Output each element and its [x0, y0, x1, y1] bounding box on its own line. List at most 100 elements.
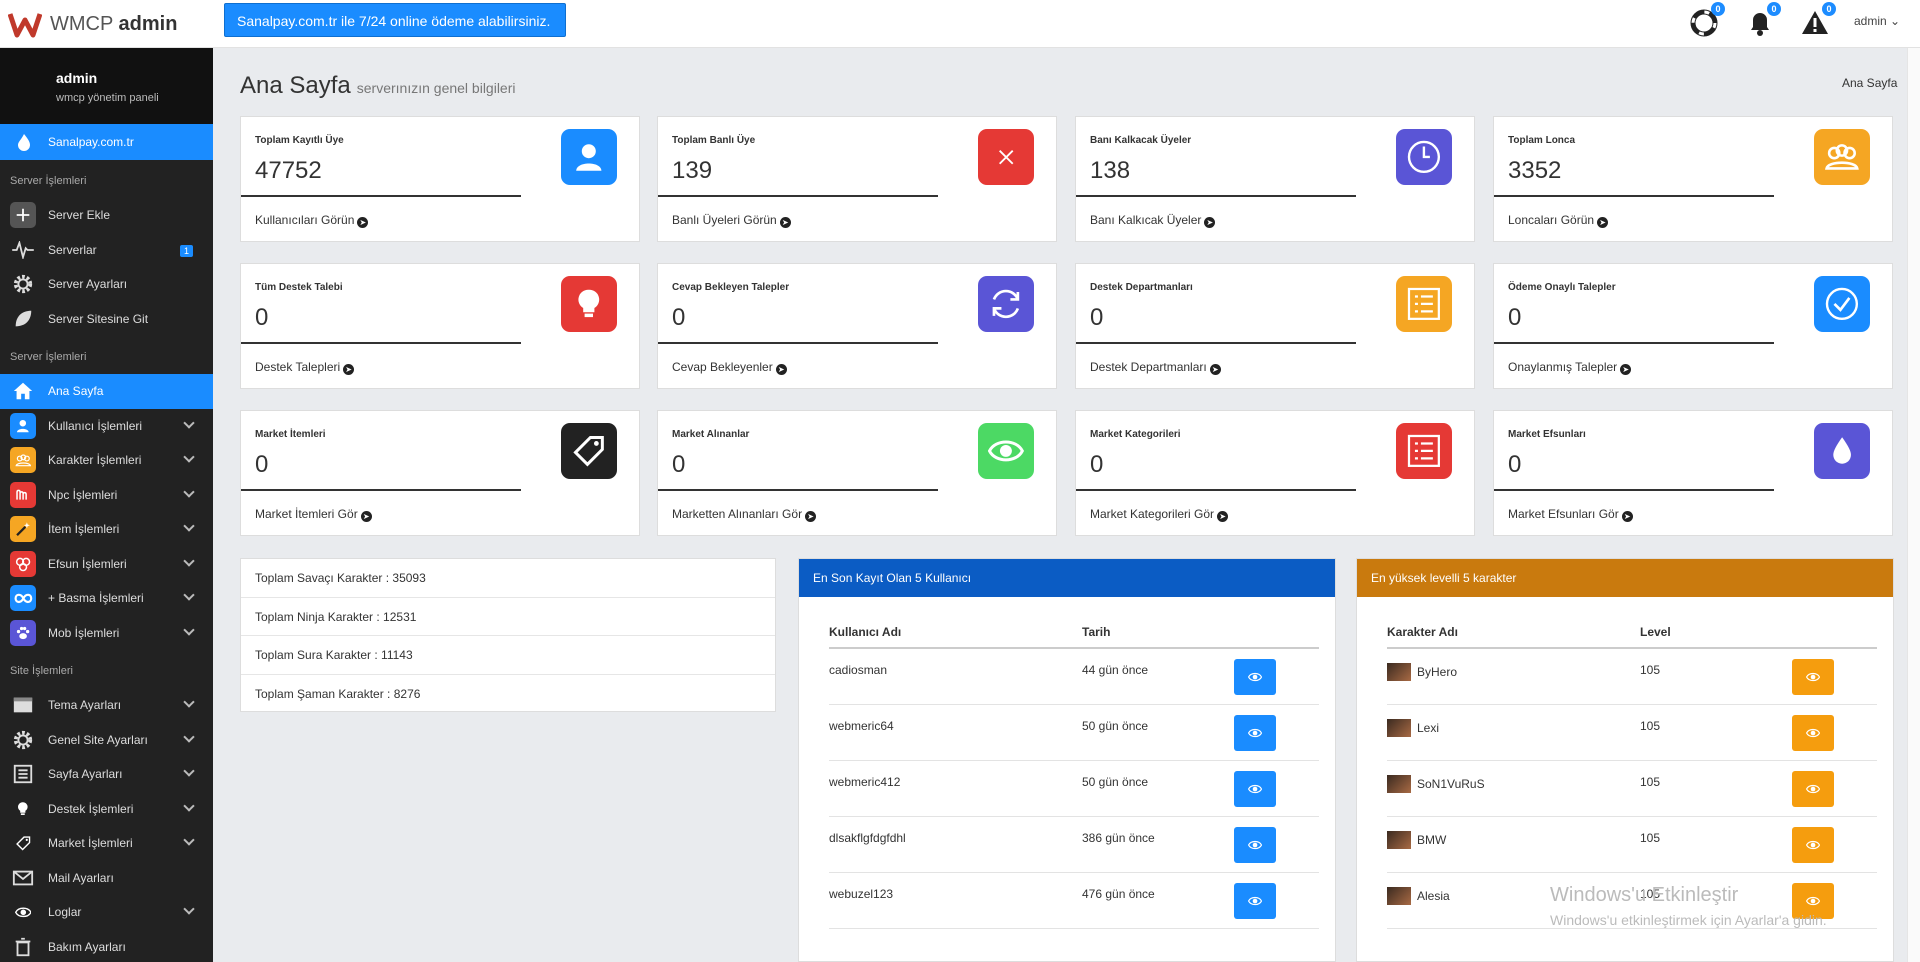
sidebar-item[interactable]: Bakım Ayarları — [0, 930, 213, 962]
stat-card-label: Market Efsunları — [1508, 429, 1586, 440]
stat-card-link[interactable]: Marketten Alınanları Gör ➤ — [672, 507, 817, 522]
drop-icon — [1814, 423, 1870, 479]
stat-card-link[interactable]: Banı Kalkıcak Üyeler ➤ — [1090, 213, 1216, 228]
sidebar-item[interactable]: Kullanıcı İşlemleri — [0, 409, 213, 444]
windows-activation-text: Windows'u etkinleştirmek için Ayarlar'a … — [1550, 912, 1827, 928]
stat-card-link[interactable]: Onaylanmış Talepler ➤ — [1508, 360, 1632, 375]
sidebar-item[interactable]: Serverlar 1 — [0, 233, 213, 268]
view-button[interactable] — [1792, 771, 1834, 807]
view-button[interactable] — [1234, 827, 1276, 863]
sidebar-item-label: Tema Ayarları — [48, 698, 122, 713]
total-row: Toplam Savaçı Karakter : 35093 — [241, 559, 775, 598]
stat-card-link[interactable]: Loncaları Görün ➤ — [1508, 213, 1609, 228]
table-row: webuzel123 476 gün önce — [829, 873, 1319, 929]
stat-card-link[interactable]: Destek Talepleri ➤ — [255, 360, 355, 375]
sidebar-item[interactable]: + Basma İşlemleri — [0, 581, 213, 616]
stat-card-link[interactable]: Market Efsunları Gör ➤ — [1508, 507, 1633, 522]
stat-card-link[interactable]: Banlı Üyeleri Görün ➤ — [672, 213, 791, 228]
stat-card-value: 0 — [672, 304, 686, 331]
row-name: SoN1VuRuS — [1417, 777, 1485, 791]
sidebar-item-label: Server Ayarları — [48, 277, 128, 292]
stat-card-link[interactable]: Destek Departmanları ➤ — [1090, 360, 1221, 375]
row-name: webmeric64 — [829, 719, 894, 733]
total-row: Toplam Sura Karakter : 11143 — [241, 636, 775, 675]
eye-icon — [10, 899, 36, 925]
stat-card-link[interactable]: Cevap Bekleyenler ➤ — [672, 360, 787, 375]
chevron-down-icon — [183, 696, 195, 708]
sidebar-item[interactable]: Npc İşlemleri — [0, 478, 213, 513]
sidebar-item-label: Ana Sayfa — [48, 384, 104, 399]
stat-card-label: Toplam Banlı Üye — [672, 135, 756, 146]
row-value: 105 — [1640, 831, 1661, 845]
chevron-down-icon — [183, 730, 195, 743]
sidebar-item[interactable]: Ana Sayfa — [0, 374, 213, 409]
view-button[interactable] — [1792, 715, 1834, 751]
stat-card-value: 139 — [672, 157, 713, 184]
sidebar-item[interactable]: Server Ekle — [0, 198, 213, 233]
sidebar-item[interactable]: Efsun İşlemleri — [0, 547, 213, 582]
view-button[interactable] — [1234, 715, 1276, 751]
sidebar-item-label: Genel Site Ayarları — [48, 732, 148, 747]
plus-icon — [10, 202, 36, 229]
view-button[interactable] — [1234, 883, 1276, 919]
view-button[interactable] — [1234, 771, 1276, 807]
sidebar-item[interactable]: Tema Ayarları — [0, 688, 213, 723]
stat-card-link[interactable]: Kullanıcıları Görün ➤ — [255, 213, 369, 228]
arrow-right-icon: ➤ — [1217, 511, 1229, 522]
stat-card-value: 0 — [255, 451, 269, 478]
divider — [1494, 342, 1774, 344]
stat-card-label: Market İtemleri — [255, 429, 326, 440]
eye-icon — [1244, 666, 1266, 688]
row-name: webmeric412 — [829, 775, 901, 789]
total-row: Toplam Ninja Karakter : 12531 — [241, 598, 775, 636]
view-button[interactable] — [1234, 659, 1276, 695]
tag-icon — [561, 423, 617, 479]
sidebar-item[interactable]: Server Ayarları — [0, 267, 213, 302]
row-value: 105 — [1640, 719, 1661, 733]
breadcrumb[interactable]: Ana Sayfa — [1842, 76, 1897, 90]
divider — [241, 489, 521, 491]
bell-icon[interactable]: 0 — [1745, 2, 1781, 38]
stat-card: Toplam Lonca 3352 Loncaları Görün ➤ — [1493, 116, 1893, 242]
sidebar-item[interactable]: İtem İşlemleri — [0, 512, 213, 547]
stat-card-link[interactable]: Market İtemleri Gör ➤ — [255, 507, 372, 522]
trash-icon — [10, 934, 36, 960]
divider — [241, 342, 521, 344]
scrollbar[interactable] — [1907, 48, 1920, 962]
warning-icon[interactable]: 0 — [1800, 2, 1836, 38]
npc-icon — [10, 481, 36, 508]
sidebar-item[interactable]: Karakter İşlemleri — [0, 443, 213, 478]
user-menu[interactable]: admin ⌄ — [1854, 14, 1900, 28]
eye-icon — [1802, 666, 1824, 688]
stat-card-value: 0 — [255, 304, 269, 331]
arrow-right-icon: ➤ — [360, 511, 372, 522]
count-badge: 1 — [179, 244, 193, 257]
sidebar-item[interactable]: Destek İşlemleri — [0, 792, 213, 827]
stat-card-link[interactable]: Market Kategorileri Gör ➤ — [1090, 507, 1229, 522]
stat-card-value: 0 — [1508, 451, 1522, 478]
sidebar-item[interactable]: Server Sitesine Git — [0, 302, 213, 337]
row-name: Alesia — [1417, 889, 1450, 903]
chevron-down-icon — [183, 589, 195, 601]
lifebuoy-icon[interactable]: 0 — [1689, 2, 1725, 38]
sidebar-item[interactable]: Mob İşlemleri — [0, 616, 213, 651]
sidebar-item-label: Destek İşlemleri — [48, 801, 134, 816]
arrow-right-icon: ➤ — [775, 364, 787, 375]
sidebar-item[interactable]: Mail Ayarları — [0, 861, 213, 896]
view-button[interactable] — [1792, 827, 1834, 863]
row-value: 476 gün önce — [1082, 887, 1155, 901]
sidebar-item-sanalpay[interactable]: Sanalpay.com.tr — [0, 124, 213, 160]
divider — [658, 489, 938, 491]
brand[interactable]: WMCP admin — [8, 8, 177, 40]
sidebar-item[interactable]: Genel Site Ayarları — [0, 723, 213, 758]
refresh-icon — [978, 276, 1034, 332]
profile-name: admin — [56, 70, 98, 86]
flame-icon — [18, 134, 30, 151]
stat-card-value: 0 — [1090, 304, 1104, 331]
sanalpay-banner[interactable]: Sanalpay.com.tr ile 7/24 online ödeme al… — [224, 3, 566, 37]
view-button[interactable] — [1792, 659, 1834, 695]
sidebar-item[interactable]: Sayfa Ayarları — [0, 757, 213, 792]
sidebar-item[interactable]: Market İşlemleri — [0, 826, 213, 861]
table-row: Lexi 105 — [1387, 705, 1877, 761]
sidebar-item[interactable]: Loglar — [0, 895, 213, 930]
